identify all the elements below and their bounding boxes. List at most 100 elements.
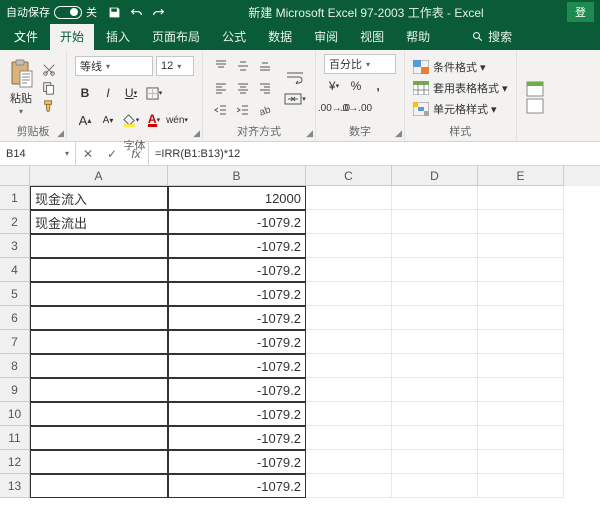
tab-file[interactable]: 文件 [4,24,48,50]
tab-layout[interactable]: 页面布局 [142,24,210,50]
cell-B10[interactable]: -1079.2 [168,402,306,426]
cell-C6[interactable] [306,306,392,330]
cell-A9[interactable] [30,378,168,402]
cell-E9[interactable] [478,378,564,402]
row-header[interactable]: 11 [0,426,30,450]
tab-help[interactable]: 帮助 [396,24,440,50]
cell-C9[interactable] [306,378,392,402]
underline-button[interactable]: U▾ [121,83,141,103]
cell-C2[interactable] [306,210,392,234]
tab-review[interactable]: 审阅 [304,24,348,50]
row-header[interactable]: 8 [0,354,30,378]
cell-C4[interactable] [306,258,392,282]
cell-B11[interactable]: -1079.2 [168,426,306,450]
login-button[interactable]: 登 [567,2,594,22]
cell-B4[interactable]: -1079.2 [168,258,306,282]
cell-B13[interactable]: -1079.2 [168,474,306,498]
column-header-A[interactable]: A [30,166,168,186]
row-header[interactable]: 6 [0,306,30,330]
tab-home[interactable]: 开始 [50,24,94,50]
font-color-button[interactable]: A▾ [144,110,164,130]
cell-B2[interactable]: -1079.2 [168,210,306,234]
cell-D4[interactable] [392,258,478,282]
row-header[interactable]: 3 [0,234,30,258]
cell-C11[interactable] [306,426,392,450]
align-left-button[interactable] [211,78,231,98]
dialog-launcher-icon[interactable]: ◢ [306,128,313,139]
tab-insert[interactable]: 插入 [96,24,140,50]
indent-decrease-button[interactable] [211,100,231,120]
cell-D7[interactable] [392,330,478,354]
cell-B5[interactable]: -1079.2 [168,282,306,306]
number-format-combo[interactable]: 百分比▾ [324,54,396,74]
dialog-launcher-icon[interactable]: ◢ [57,128,64,139]
cell-D12[interactable] [392,450,478,474]
cut-button[interactable] [40,62,58,78]
cell-E11[interactable] [478,426,564,450]
cell-E13[interactable] [478,474,564,498]
tab-view[interactable]: 视图 [350,24,394,50]
comma-button[interactable]: , [368,76,388,96]
cell-E1[interactable] [478,186,564,210]
cell-E7[interactable] [478,330,564,354]
cell-D9[interactable] [392,378,478,402]
row-header[interactable]: 13 [0,474,30,498]
percent-button[interactable]: % [346,76,366,96]
cell-D10[interactable] [392,402,478,426]
cell-D11[interactable] [392,426,478,450]
cell-A4[interactable] [30,258,168,282]
currency-button[interactable]: ¥▾ [324,76,344,96]
column-header-B[interactable]: B [168,166,306,186]
column-header-D[interactable]: D [392,166,478,186]
cell-E8[interactable] [478,354,564,378]
cell-A2[interactable]: 现金流出 [30,210,168,234]
cell-E2[interactable] [478,210,564,234]
tab-data[interactable]: 数据 [258,24,302,50]
conditional-format-button[interactable]: 条件格式 ▾ [413,58,508,76]
font-name-combo[interactable]: 等线▾ [75,56,153,76]
cell-B12[interactable]: -1079.2 [168,450,306,474]
cell-A13[interactable] [30,474,168,498]
cell-C1[interactable] [306,186,392,210]
align-bottom-button[interactable] [255,56,275,76]
align-middle-button[interactable] [233,56,253,76]
cell-A7[interactable] [30,330,168,354]
table-format-button[interactable]: 套用表格格式 ▾ [413,79,508,97]
row-header[interactable]: 2 [0,210,30,234]
select-all-corner[interactable] [0,166,30,186]
border-button[interactable]: ▾ [144,83,164,103]
fill-color-button[interactable]: ▾ [121,110,141,130]
cell-E12[interactable] [478,450,564,474]
column-header-E[interactable]: E [478,166,564,186]
indent-increase-button[interactable] [233,100,253,120]
italic-button[interactable]: I [98,83,118,103]
align-right-button[interactable] [255,78,275,98]
decrease-decimal-button[interactable]: .0→.00 [346,98,366,118]
cell-A3[interactable] [30,234,168,258]
column-header-C[interactable]: C [306,166,392,186]
cell-A10[interactable] [30,402,168,426]
cell-C3[interactable] [306,234,392,258]
tab-formula[interactable]: 公式 [212,24,256,50]
cell-E10[interactable] [478,402,564,426]
cell-C12[interactable] [306,450,392,474]
cell-style-button[interactable]: 单元格样式 ▾ [413,100,508,118]
font-decrease-button[interactable]: A▾ [98,110,118,130]
name-box[interactable]: B14 ▾ [0,142,76,165]
cell-C7[interactable] [306,330,392,354]
font-size-combo[interactable]: 12▾ [156,56,194,76]
row-header[interactable]: 5 [0,282,30,306]
autosave-toggle[interactable]: 自动保存 关 [6,4,97,20]
tab-search[interactable]: 搜索 [462,24,522,50]
cell-E5[interactable] [478,282,564,306]
cell-B9[interactable]: -1079.2 [168,378,306,402]
orientation-button[interactable]: ab [255,100,275,120]
cell-B6[interactable]: -1079.2 [168,306,306,330]
row-header[interactable]: 12 [0,450,30,474]
redo-icon[interactable] [151,5,165,19]
phonetic-button[interactable]: wén▾ [167,110,187,130]
formula-input[interactable]: =IRR(B1:B13)*12 [149,142,600,165]
dialog-launcher-icon[interactable]: ◢ [193,128,200,139]
cell-A11[interactable] [30,426,168,450]
cell-C10[interactable] [306,402,392,426]
